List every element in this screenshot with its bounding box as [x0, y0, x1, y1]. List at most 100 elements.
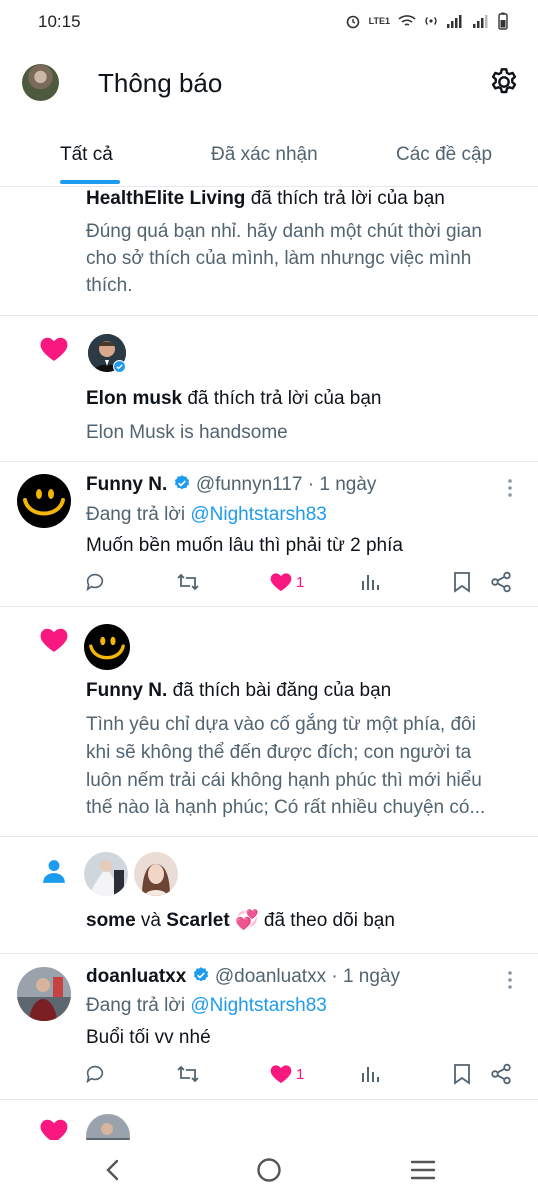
bookmark-button[interactable]: [453, 1060, 471, 1088]
heart-icon: [40, 628, 68, 652]
user-name[interactable]: HealthElite Living: [86, 188, 245, 209]
divider: [0, 836, 538, 837]
network-label: LTE1: [368, 16, 390, 26]
avatar[interactable]: [84, 852, 128, 896]
tweet-time: · 1 ngày: [331, 966, 401, 987]
avatar[interactable]: [134, 852, 178, 896]
more-options-icon[interactable]: [506, 478, 514, 498]
preview-line: thích.: [86, 275, 133, 296]
verified-icon: [174, 475, 189, 490]
tweet-time: · 1 ngày: [307, 474, 377, 495]
like-count: 1: [296, 1065, 305, 1083]
reply-button[interactable]: [84, 568, 106, 596]
divider: [0, 1099, 538, 1100]
active-tab-indicator: [60, 180, 120, 184]
preview-line: Elon Musk is handsome: [86, 422, 288, 443]
preview-line: thế nào là hạnh phúc; Có rất nhiều chuyệ…: [86, 797, 486, 818]
reply-mention-link[interactable]: @Nightstarsh83: [190, 504, 327, 525]
some-avatar-image: [84, 852, 128, 896]
divider: [0, 606, 538, 607]
user-handle[interactable]: @doanluatxx: [215, 966, 326, 987]
views-button[interactable]: [360, 1060, 380, 1088]
notification-action: đã thích trả lời của bạn: [187, 388, 382, 409]
divider: [0, 953, 538, 954]
hearts-emoji: 💞: [234, 910, 259, 931]
share-icon: [491, 1063, 511, 1085]
status-icons: LTE1: [345, 12, 508, 30]
tweet-actions: 1: [84, 568, 524, 596]
verified-icon: [113, 360, 126, 373]
reply-prefix: Đang trả lời: [86, 504, 186, 525]
user-name[interactable]: Funny N.: [86, 680, 167, 701]
avatar[interactable]: [84, 624, 130, 670]
person-icon: [43, 860, 65, 883]
bookmark-icon: [454, 1064, 470, 1085]
more-options-icon[interactable]: [506, 970, 514, 990]
status-bar: 10:15 LTE1: [0, 0, 538, 44]
tab-all[interactable]: Tất cả: [60, 144, 113, 166]
alarm-icon: [346, 15, 359, 29]
views-icon: [362, 1067, 379, 1082]
gear-icon[interactable]: [488, 66, 520, 98]
preview-line: cho sở thích của mình, làm nhưngc việc m…: [86, 248, 472, 269]
share-button[interactable]: [490, 568, 512, 596]
user-name[interactable]: Scarlet: [166, 910, 229, 931]
verified-icon: [193, 967, 208, 982]
heart-icon: [270, 1065, 292, 1084]
doanluatxx-avatar-image: [17, 967, 71, 1021]
notification-action: đã thích bài đăng của bạn: [172, 680, 392, 701]
user-name[interactable]: some: [86, 910, 136, 931]
share-button[interactable]: [490, 1060, 512, 1088]
hotspot-icon: [425, 17, 437, 25]
tab-mentions[interactable]: Các đề cập: [396, 144, 492, 166]
reply-button[interactable]: [84, 1060, 106, 1088]
tweet-text: Muốn bền muốn lâu thì phải từ 2 phía: [86, 535, 403, 556]
preview-line: Tình yêu chỉ dựa vào cố gắng từ một phía…: [86, 714, 476, 735]
conjunction-text: và: [140, 910, 161, 931]
notification-action: đã thích trả lời của bạn: [250, 188, 445, 209]
retweet-button[interactable]: [176, 568, 200, 596]
views-icon: [362, 575, 379, 590]
smiley-avatar-image: [23, 489, 65, 516]
avatar[interactable]: [17, 967, 71, 1021]
heart-icon: [270, 573, 292, 592]
reply-icon: [86, 573, 104, 592]
retweet-icon: [177, 573, 199, 591]
views-button[interactable]: [360, 568, 380, 596]
preview-line: luôn nếm trải cái không hạnh phúc thì mớ…: [86, 770, 482, 791]
scarlet-avatar-image: [134, 852, 178, 896]
reply-mention-link[interactable]: @Nightstarsh83: [190, 995, 327, 1016]
signal-icon: [447, 15, 462, 28]
divider: [0, 315, 538, 316]
status-time: 10:15: [38, 12, 81, 31]
display-name[interactable]: Funny N.: [86, 474, 167, 495]
avatar[interactable]: [17, 474, 71, 528]
notification-action: đã theo dõi bạn: [263, 910, 395, 931]
battery-icon: [498, 12, 508, 30]
reply-icon: [86, 1065, 104, 1084]
heart-icon: [40, 337, 68, 361]
notification-text: Elon musk đã thích trả lời của bạn: [86, 388, 382, 410]
reply-context: Đang trả lời @Nightstarsh83: [86, 995, 327, 1017]
user-name[interactable]: Elon musk: [86, 388, 182, 409]
wifi-icon: [398, 15, 416, 26]
app-header: Thông báo: [0, 56, 538, 112]
profile-avatar[interactable]: [22, 64, 59, 101]
display-name[interactable]: doanluatxx: [86, 966, 186, 987]
tab-verified[interactable]: Đã xác nhận: [211, 144, 318, 166]
back-icon[interactable]: [103, 1158, 123, 1182]
like-button[interactable]: 1: [270, 1060, 304, 1088]
notification-text: some và Scarlet 💞 đã theo dõi bạn: [86, 908, 395, 932]
page-title: Thông báo: [98, 68, 223, 98]
notification-text: Funny N. đã thích bài đăng của bạn: [86, 680, 391, 702]
divider: [0, 461, 538, 462]
home-icon[interactable]: [256, 1157, 282, 1183]
tweet-text: Buổi tối vv nhé: [86, 1027, 211, 1048]
bookmark-button[interactable]: [453, 568, 471, 596]
recent-apps-icon[interactable]: [410, 1159, 436, 1181]
retweet-button[interactable]: [176, 1060, 200, 1088]
user-handle[interactable]: @funnyn117: [196, 474, 303, 495]
retweet-icon: [177, 1065, 199, 1083]
like-button[interactable]: 1: [270, 568, 304, 596]
tweet-header: Funny N. @funnyn117 · 1 ngày: [86, 474, 376, 496]
